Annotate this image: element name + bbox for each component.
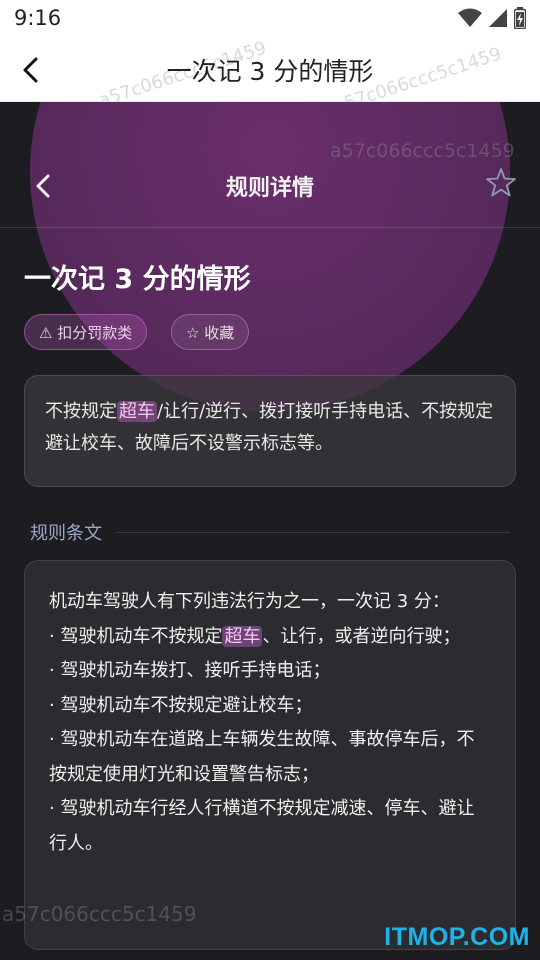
site-logo: ITMOP.COM <box>384 923 530 951</box>
article-text: · 驾驶机动车不按规定 <box>49 625 223 647</box>
star-icon[interactable] <box>484 166 518 200</box>
rule-header-title: 规则详情 <box>225 176 314 201</box>
wifi-icon <box>458 8 482 27</box>
rule-article: 机动车驾驶人有下列违法行为之一，一次记 3 分： · 驾驶机动车不按规定 超车 、让… <box>24 560 516 950</box>
section-label: 规则条文 <box>30 523 102 544</box>
article-item: · 驾驶机动车拨打、接听手持电话； <box>49 660 331 681</box>
app-bar-title: 一次记 3 分的情形 <box>166 57 374 86</box>
status-time: 9:16 <box>14 6 62 30</box>
rule-summary: 不按规定 超车/让行/逆行、拨打接听手持电话、不按规定避让校车、故障后不设警示标志… <box>24 375 516 487</box>
summary-highlight: 超车 <box>117 401 157 422</box>
status-bar: 9:16 <box>0 0 540 38</box>
rule-detail-screen: a57c066ccc5c1459 规则详情 一次记 3 分的情形 ⚠ 扣分罚款类… <box>0 102 540 960</box>
article-intro: 机动车驾驶人有下列违法行为之一，一次记 3 分： <box>49 591 450 612</box>
article-item: · 驾驶机动车行经人行横道不按规定减速、停车、避让行人。 <box>49 798 475 854</box>
rule-header-bar: 规则详情 <box>0 144 540 228</box>
article-item: · 驾驶机动车在道路上车辆发生故障、事故停车后，不按规定使用灯光和设置警告标志； <box>49 729 475 785</box>
app-bar: a57c066ccc5c1459 a57c066ccc5c1459 一次记 3 … <box>0 38 540 102</box>
article-item: · 驾驶机动车不按规定避让校车； <box>49 694 313 716</box>
battery-icon <box>514 7 526 29</box>
article-highlight: 超车 <box>222 625 263 647</box>
section-divider <box>116 531 510 533</box>
section-header: 规则条文 <box>30 518 510 546</box>
rule-title: 一次记 3 分的情形 <box>24 264 251 295</box>
signal-icon <box>489 9 507 27</box>
summary-text: 不按规定 <box>45 401 117 422</box>
article-item: · 驾驶机动车不按规定 超车 、让行，或者逆向行驶； <box>49 620 491 655</box>
category-tag[interactable]: ⚠ 扣分罚款类 <box>24 314 148 350</box>
article-text: 、让行，或者逆向行驶； <box>262 625 461 647</box>
status-icons <box>458 7 526 29</box>
favorite-tag[interactable]: ☆ 收藏 <box>171 314 250 350</box>
